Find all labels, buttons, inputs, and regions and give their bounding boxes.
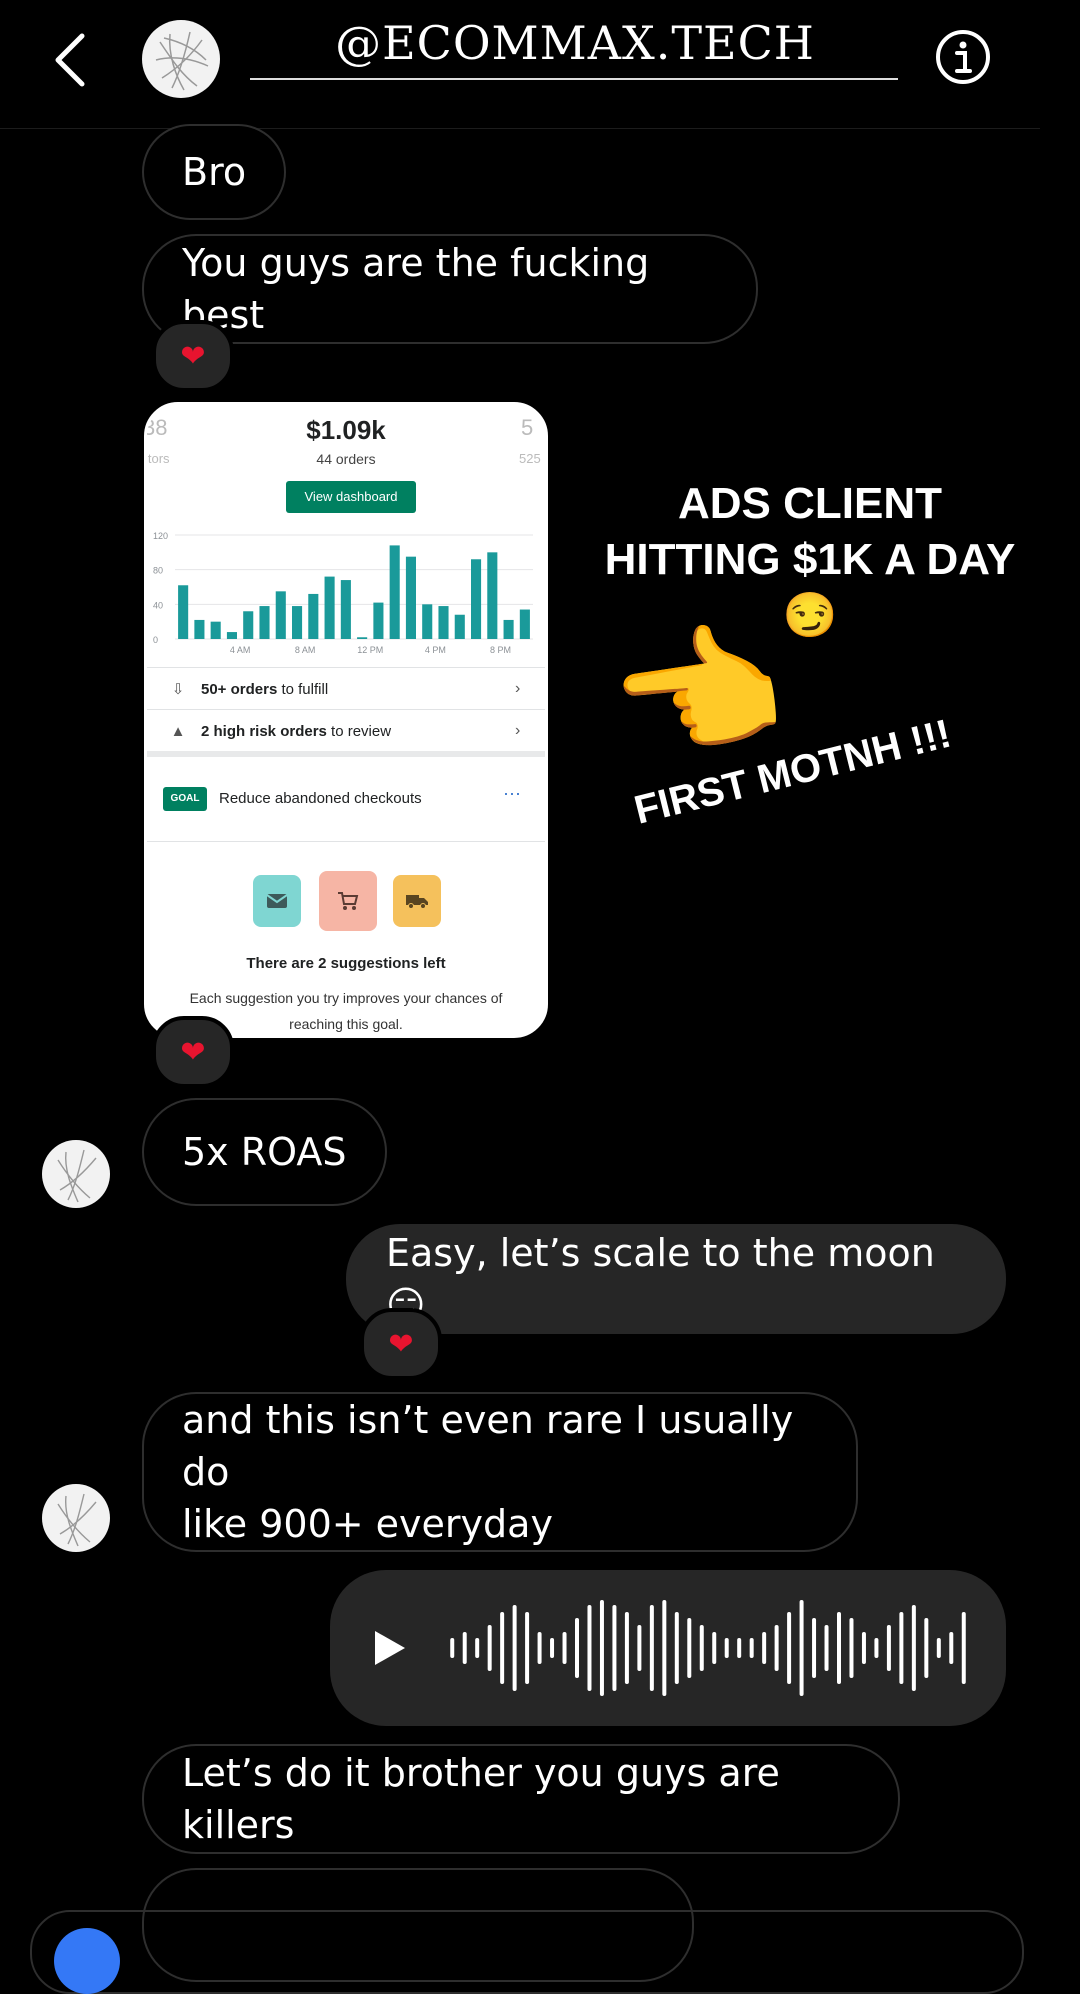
chart-bar	[438, 606, 449, 639]
hourly-sales-chart: 120 80 40 0 4 AM 8 AM 12 PM 4 PM 8 PM	[153, 531, 533, 655]
avatar-scribble-icon	[57, 1493, 97, 1547]
message-bubble-outgoing[interactable]: Easy, let’s scale to the moon 😏	[346, 1224, 1006, 1334]
heart-reaction[interactable]: ❤	[152, 320, 234, 392]
chart-bar	[373, 602, 384, 639]
heart-icon: ❤	[180, 338, 206, 374]
chart-bar	[178, 585, 189, 639]
chart-bar	[471, 559, 482, 639]
divider	[147, 841, 545, 842]
orders-to-fulfill-row: ⇩ 50+ orders to fulfill ›	[147, 667, 545, 710]
chart-x-tick-label: 8 PM	[490, 645, 511, 655]
chat-header: @ECOMMAX.TECH	[0, 0, 1040, 129]
chevron-left-icon[interactable]	[48, 30, 94, 90]
message-text-line-2: like 900+ everyday	[182, 1502, 553, 1546]
chart-bar	[194, 619, 205, 639]
message-text: Bro	[182, 150, 247, 194]
voice-message[interactable]	[330, 1570, 1006, 1726]
high-risk-orders-row: ▲ 2 high risk orders to review ›	[147, 709, 545, 752]
camera-button[interactable]	[54, 1928, 120, 1994]
title-underline	[250, 78, 898, 80]
chart-bar	[422, 604, 433, 639]
audio-waveform[interactable]	[446, 1590, 970, 1706]
partial-stat-right-label: 525	[519, 451, 541, 466]
chat-title[interactable]: @ECOMMAX.TECH	[250, 10, 900, 86]
chart-bar	[389, 545, 400, 639]
chart-x-tick-label: 8 AM	[295, 645, 316, 655]
chart-bar	[292, 606, 303, 639]
chart-x-tick-label: 4 PM	[425, 645, 446, 655]
avatar-scribble-icon	[57, 1149, 97, 1203]
partial-stat-left: 38	[144, 415, 168, 440]
chart-bar	[226, 632, 237, 639]
suggestions-title: There are 2 suggestions left	[246, 955, 446, 972]
orders-count: 44 orders	[316, 451, 376, 467]
chart-x-tick-label: 4 AM	[230, 645, 251, 655]
warning-icon: ▲	[170, 722, 186, 740]
chevron-right-icon: ›	[515, 680, 521, 697]
chart-bar	[210, 621, 221, 639]
chart-bar	[454, 614, 465, 639]
chart-bar	[259, 606, 270, 639]
chart-y-tick-label: 0	[153, 635, 158, 645]
chart-x-tick-label: 12 PM	[357, 645, 383, 655]
chart-y-tick-label: 80	[153, 566, 163, 576]
heart-icon: ❤	[388, 1326, 414, 1362]
row-text: to fulfill	[277, 680, 329, 698]
section-divider	[147, 751, 545, 757]
goal-text: Reduce abandoned checkouts	[219, 790, 422, 807]
message-bubble-incoming[interactable]: Bro	[142, 124, 287, 220]
chart-bar	[243, 611, 254, 639]
chart-bar	[324, 576, 335, 639]
chart-bar	[519, 609, 530, 639]
message-text: Let’s do it brother you guys are killers	[182, 1751, 780, 1847]
message-bubble-incoming[interactable]: 5x ROAS	[142, 1098, 387, 1206]
chevron-right-icon: ›	[515, 722, 521, 739]
chart-y-tick-label: 120	[153, 531, 168, 541]
chart-bar	[405, 556, 416, 639]
chart-bar	[308, 593, 319, 639]
chart-bar	[503, 619, 514, 639]
goal-badge: GOAL	[163, 787, 207, 811]
total-sales-value: $1.09k	[306, 415, 386, 445]
chart-y-tick-label: 40	[153, 600, 163, 610]
heart-reaction[interactable]: ❤	[360, 1308, 442, 1380]
chart-bar	[275, 591, 286, 639]
contact-avatar[interactable]	[142, 20, 220, 98]
contact-avatar[interactable]	[42, 1484, 110, 1552]
avatar-scribble-icon	[155, 31, 209, 91]
message-text-line-1: and this isn’t even rare I usually do	[182, 1398, 794, 1494]
message-bubble-incoming[interactable]: You guys are the fucking best	[142, 234, 758, 344]
shared-image-message[interactable]: $1.09k 44 orders 38 itors 5 525 View das…	[144, 402, 548, 1038]
truck-icon	[393, 875, 441, 927]
mail-icon	[253, 875, 301, 927]
chart-bar	[357, 637, 368, 639]
chart-bar	[487, 552, 498, 639]
row-bold-text: 50+ orders	[201, 680, 278, 698]
contact-avatar[interactable]	[42, 1140, 110, 1208]
message-composer-bar[interactable]	[30, 1910, 1024, 1994]
headline-line-1: ADS CLIENT	[678, 479, 942, 528]
play-icon[interactable]	[372, 1628, 408, 1668]
partial-stat-left-label: itors	[145, 451, 170, 466]
more-options-icon: ···	[503, 783, 521, 803]
message-text: You guys are the fucking best	[182, 241, 650, 337]
heart-icon: ❤	[180, 1034, 206, 1070]
message-bubble-incoming[interactable]: and this isn’t even rare I usually do li…	[142, 1392, 858, 1552]
message-bubble-incoming[interactable]: Let’s do it brother you guys are killers	[142, 1744, 900, 1854]
message-text: Easy, let’s scale to the moon 😏	[386, 1231, 935, 1327]
message-text: 5x ROAS	[182, 1130, 347, 1174]
chart-bar	[340, 580, 351, 639]
row-text: to review	[326, 722, 392, 740]
view-dashboard-button: View dashboard	[286, 481, 416, 513]
cart-icon	[319, 871, 377, 931]
download-box-icon: ⇩	[171, 681, 185, 698]
row-bold-text: 2 high risk orders	[201, 722, 327, 740]
heart-reaction[interactable]: ❤	[152, 1016, 234, 1088]
info-circle-icon[interactable]	[934, 28, 992, 86]
partial-stat-right: 5	[521, 415, 534, 440]
